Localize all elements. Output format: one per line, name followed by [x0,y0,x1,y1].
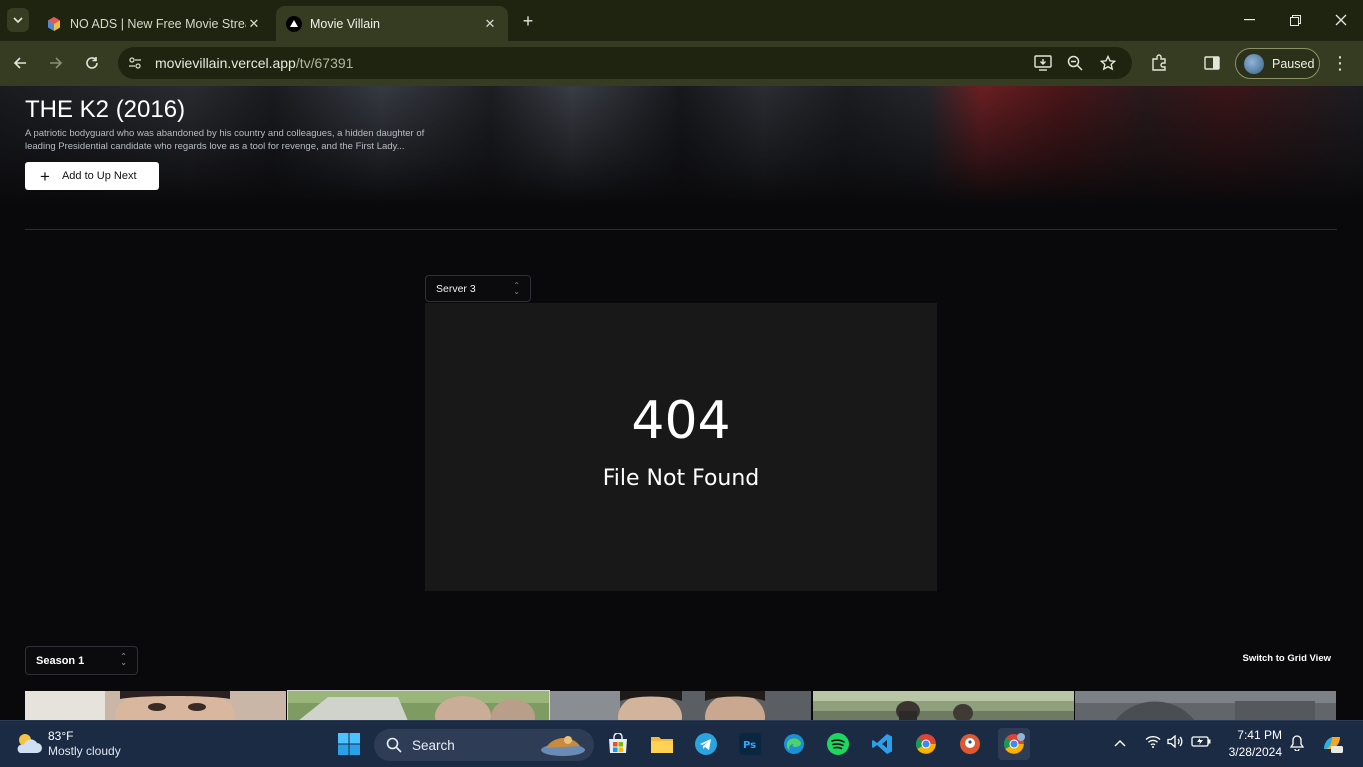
wifi-icon[interactable] [1145,735,1161,751]
volume-icon[interactable] [1167,734,1183,751]
photoshop-icon[interactable]: Ps [734,728,766,760]
weather-temperature: 83°F [48,729,74,743]
site-info-icon[interactable] [126,54,144,72]
battery-icon[interactable] [1191,735,1211,750]
search-placeholder: Search [412,737,455,753]
browser-toolbar: movievillain.vercel.app/tv/67391 Paused … [0,41,1363,86]
taskbar-search[interactable]: Search [374,729,594,761]
browser-titlebar: NO ADS | New Free Movie Strea ✕ Movie Vi… [0,0,1363,41]
url-path: /tv/67391 [295,55,354,71]
forward-arrow-icon[interactable] [43,51,69,75]
zoom-icon[interactable] [1064,53,1086,73]
clock-time: 7:41 PM [1237,728,1282,742]
tab-movie-villain[interactable]: Movie Villain ✕ [276,6,508,41]
url-host: movievillain.vercel.app [155,55,296,71]
bookmark-star-icon[interactable] [1097,53,1119,73]
episode-thumbnail[interactable] [813,691,1074,720]
video-player[interactable]: 404 File Not Found [425,303,937,591]
profile-button[interactable]: Paused [1235,48,1320,79]
side-panel-icon[interactable] [1200,51,1224,75]
duckduckgo-icon[interactable] [954,728,986,760]
search-highlight-icon [541,736,585,756]
show-hidden-icons-chevron-icon[interactable] [1114,735,1126,750]
profile-status-label: Paused [1272,56,1315,71]
url-text: movievillain.vercel.app/tv/67391 [155,55,353,71]
server-select[interactable]: Server 3 ⌃ ⌄ [425,275,531,302]
server-select-value: Server 3 [436,282,476,295]
page-content: THE K2 (2016) A patriotic bodyguard who … [0,86,1363,720]
partly-cloudy-icon [14,731,42,757]
add-button-label: Add to Up Next [61,170,137,182]
chevron-up-down-icon: ⌃ ⌄ [120,652,127,667]
avatar [1244,53,1264,74]
tab-title: NO ADS | New Free Movie Strea [70,16,246,31]
show-overview: A patriotic bodyguard who was abandoned … [25,128,425,152]
add-to-up-next-button[interactable]: + Add to Up Next [25,162,159,190]
episode-thumbnail-selected[interactable] [287,690,550,720]
restore-icon[interactable] [1280,8,1310,32]
back-arrow-icon[interactable] [7,51,33,75]
weather-condition: Mostly cloudy [48,744,121,758]
weather-widget[interactable]: 83°F Mostly cloudy [14,729,121,759]
vscode-icon[interactable] [866,728,898,760]
chrome-icon[interactable] [910,728,942,760]
error-code: 404 [631,391,731,451]
spotify-icon[interactable] [822,728,854,760]
more-menu-icon[interactable]: ⋮ [1328,51,1352,75]
address-bar[interactable]: movievillain.vercel.app/tv/67391 [118,47,1132,79]
clock-date: 3/28/2024 [1228,745,1282,759]
edge-icon[interactable] [778,728,810,760]
plus-icon: + [40,166,50,186]
install-app-icon[interactable] [1032,53,1054,73]
season-select-value: Season 1 [36,654,85,667]
triangle-favicon-icon [286,15,302,32]
switch-to-grid-view-button[interactable]: Switch to Grid View [1242,653,1331,664]
cube-favicon-icon [46,16,62,32]
tab-search-button[interactable] [7,8,29,32]
chevron-up-down-icon: ⌃ ⌄ [513,281,520,296]
copilot-icon[interactable] [1320,731,1344,758]
chevron-down-icon [13,16,23,23]
season-select[interactable]: Season 1 ⌃ ⌄ [25,646,138,675]
episode-thumbnail[interactable] [550,691,811,720]
telegram-icon[interactable] [690,728,722,760]
divider [25,229,1337,230]
close-window-icon[interactable] [1326,8,1356,32]
microsoft-store-icon[interactable] [602,728,634,760]
svg-text:Ps: Ps [743,740,756,751]
close-tab-icon[interactable]: ✕ [482,16,498,32]
extensions-puzzle-icon[interactable] [1147,51,1171,75]
tab-title: Movie Villain [310,16,380,31]
error-message: File Not Found [602,466,760,491]
minimize-icon[interactable] [1234,8,1264,32]
file-explorer-icon[interactable] [646,728,678,760]
taskbar: 83°F Mostly cloudy Search Ps 7:41 PM 3/2… [0,720,1363,767]
episode-thumbnail[interactable] [1075,691,1336,720]
episode-thumbnail[interactable] [25,691,286,720]
search-icon [386,737,402,753]
system-clock[interactable]: 7:41 PM 3/28/2024 [1224,727,1282,761]
tab-no-ads[interactable]: NO ADS | New Free Movie Strea ✕ [36,6,272,41]
new-tab-icon[interactable]: + [516,10,540,32]
notification-bell-icon[interactable] [1289,735,1305,754]
show-title: THE K2 (2016) [25,96,186,123]
reload-icon[interactable] [79,51,105,75]
start-icon[interactable] [333,728,365,760]
close-tab-icon[interactable]: ✕ [246,16,262,32]
chrome-profile-icon[interactable] [998,728,1030,760]
